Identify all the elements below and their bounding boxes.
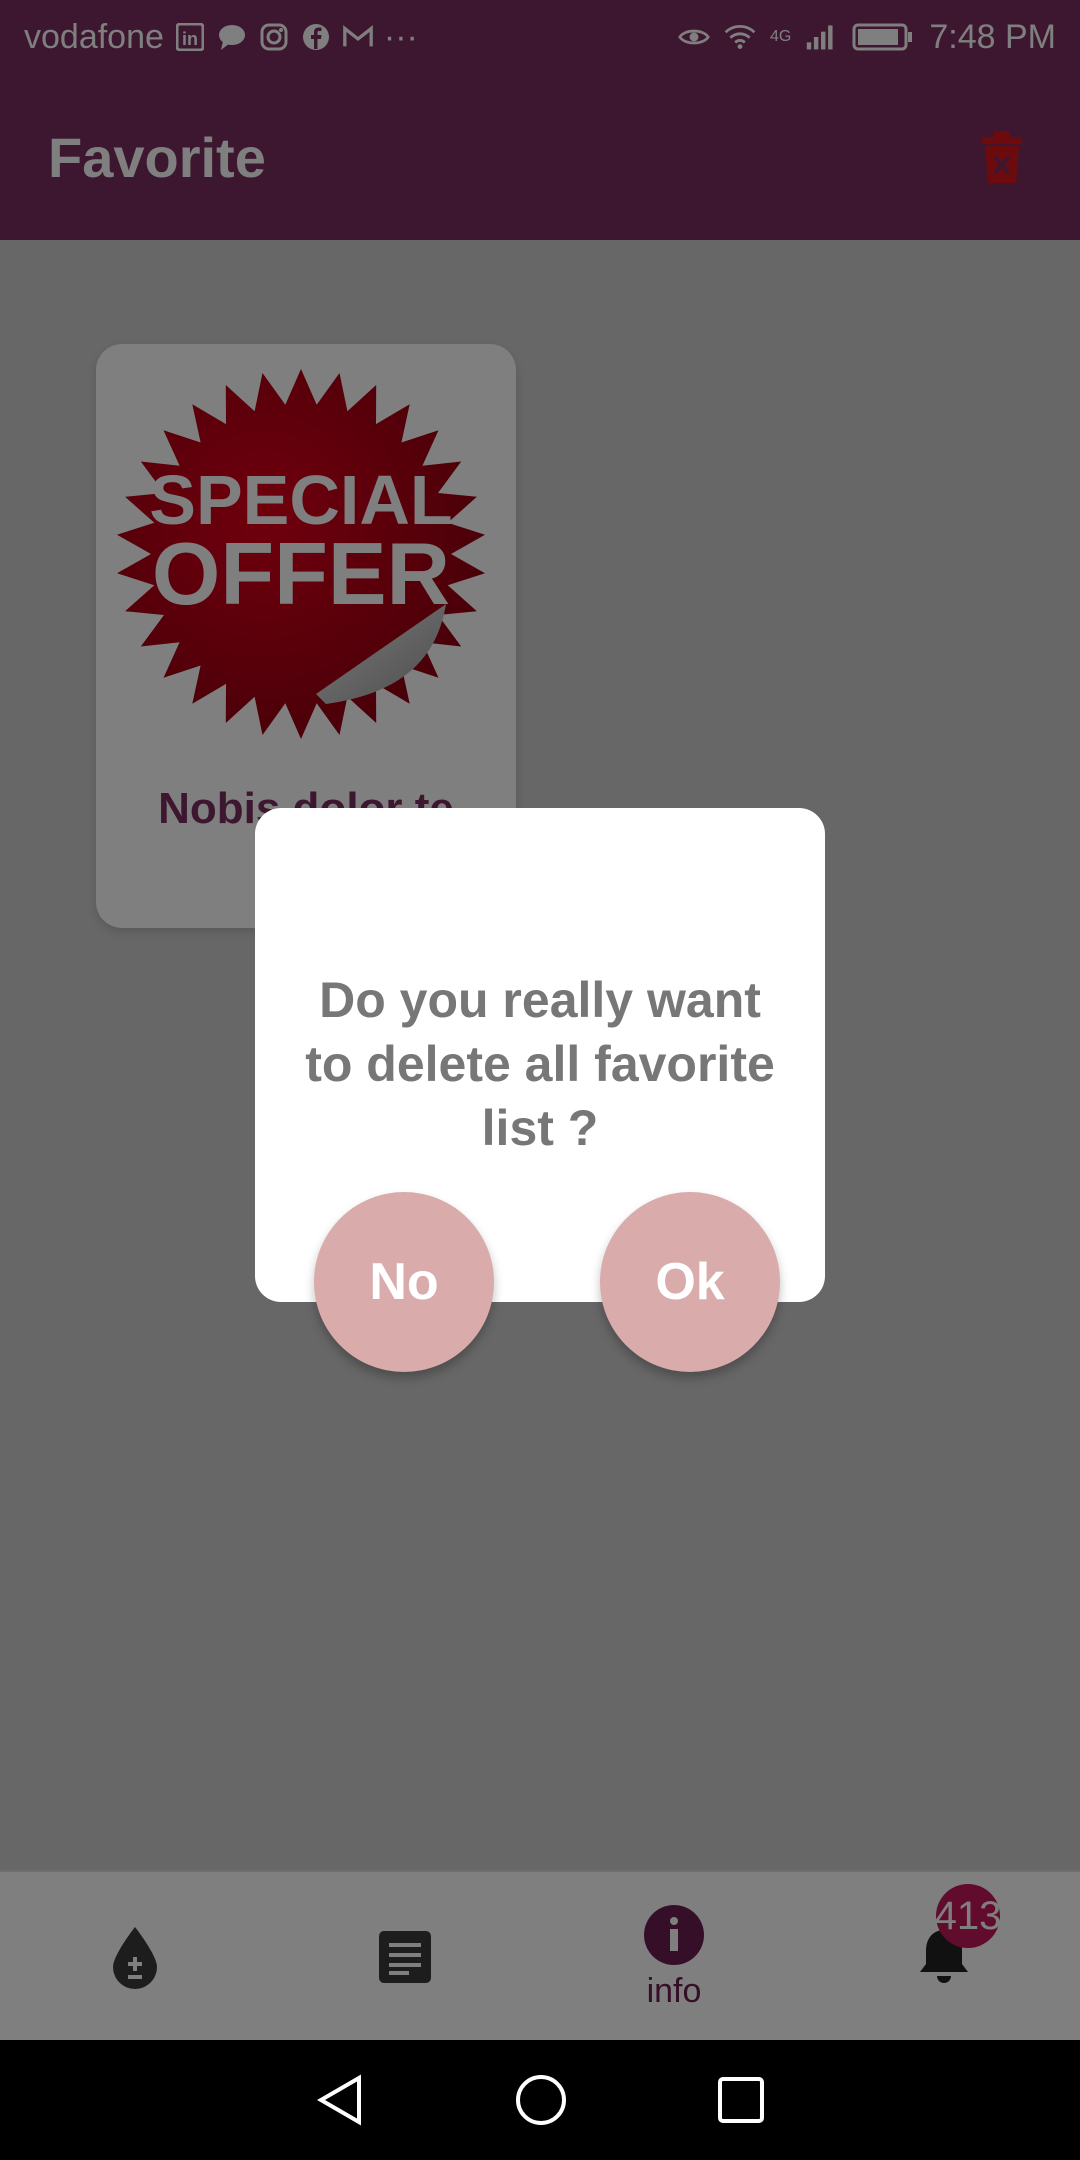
ok-button[interactable]: Ok bbox=[600, 1192, 780, 1372]
dialog-message: Do you really want to delete all favorit… bbox=[305, 972, 775, 1156]
no-button[interactable]: No bbox=[314, 1192, 494, 1372]
recents-icon[interactable] bbox=[717, 2076, 765, 2124]
home-icon[interactable] bbox=[515, 2074, 567, 2126]
system-navigation-bar bbox=[0, 2040, 1080, 2160]
back-icon[interactable] bbox=[315, 2074, 365, 2126]
